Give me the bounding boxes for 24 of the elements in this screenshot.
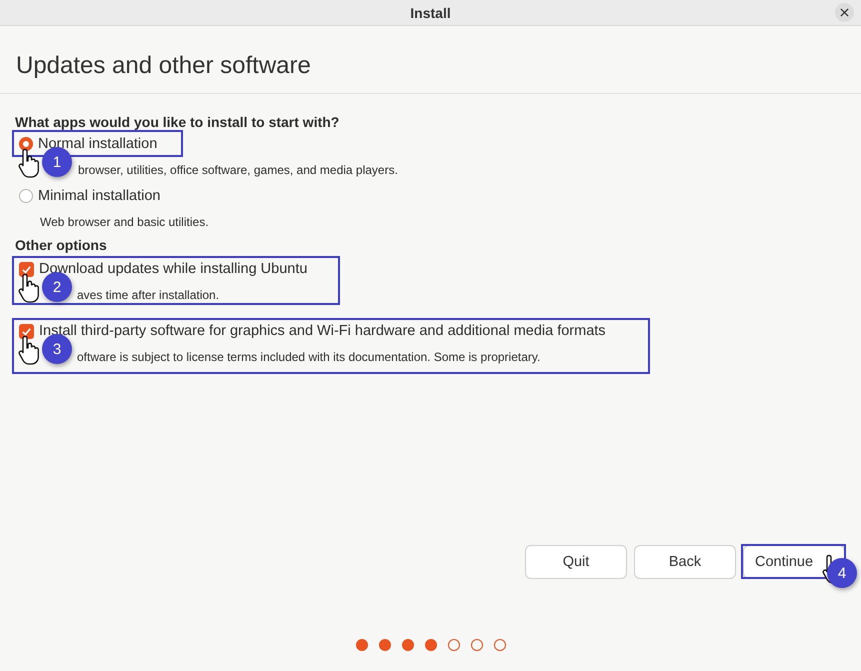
option-label[interactable]: Minimal installation [38,188,160,204]
hand-cursor-icon [17,334,41,366]
wizard-button[interactable]: Back [634,545,736,579]
step-number-badge: 4 [827,558,857,588]
close-button[interactable] [835,3,854,22]
radio-button[interactable] [19,137,33,151]
page-heading: Updates and other software [15,51,312,80]
section-title: What apps would you like to install to start with? [15,113,340,131]
close-icon [840,8,849,17]
step-number-badge: 3 [42,334,72,364]
checkbox[interactable] [19,262,34,276]
checkbox[interactable] [19,324,34,338]
section-title: Other options [15,236,108,254]
step-number-badge: 2 [42,272,72,302]
hand-cursor-icon [17,272,41,304]
option-description: browser, utilities, office software, games, and media players. [78,163,398,177]
step-number-badge: 1 [42,147,72,177]
window-title: Install [410,4,451,20]
option-description: oftware is subject to license terms included with its documentation. Some is proprietary. [77,350,540,364]
hand-cursor-icon [17,147,41,179]
option-description: Web browser and basic utilities. [40,215,209,229]
radio-button[interactable] [19,189,33,203]
wizard-button[interactable]: Quit [525,545,627,579]
option-description: aves time after installation. [77,288,220,302]
